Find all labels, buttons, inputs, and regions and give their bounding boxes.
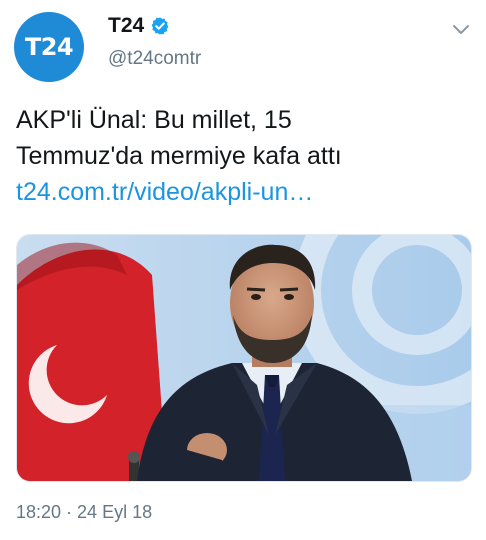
tweet-text-line-1: AKP'li Ünal: Bu millet, 15: [16, 106, 292, 134]
tweet-timestamp[interactable]: 18:20 · 24 Eyl 18: [16, 502, 152, 523]
author-name-row[interactable]: T24: [108, 14, 170, 38]
tweet-text-line-2: Temmuz'da mermiye kafa attı: [16, 142, 342, 170]
user-handle[interactable]: @t24comtr: [108, 48, 201, 70]
display-name[interactable]: T24: [108, 14, 144, 38]
tweet-media-photo[interactable]: [16, 234, 472, 482]
tweet-link[interactable]: t24.com.tr/video/akpli-un…: [16, 174, 476, 210]
avatar-logo-text: T24: [24, 33, 74, 61]
chevron-down-icon[interactable]: [450, 18, 472, 40]
avatar[interactable]: T24: [14, 12, 84, 82]
photo-icon: [17, 235, 471, 481]
tweet-card[interactable]: T24 T24 @t24comtr AKP'li Ünal: Bu millet…: [0, 0, 486, 540]
verified-badge-icon: [150, 16, 170, 36]
tweet-text: AKP'li Ünal: Bu millet, 15 Temmuz'da mer…: [16, 102, 476, 210]
